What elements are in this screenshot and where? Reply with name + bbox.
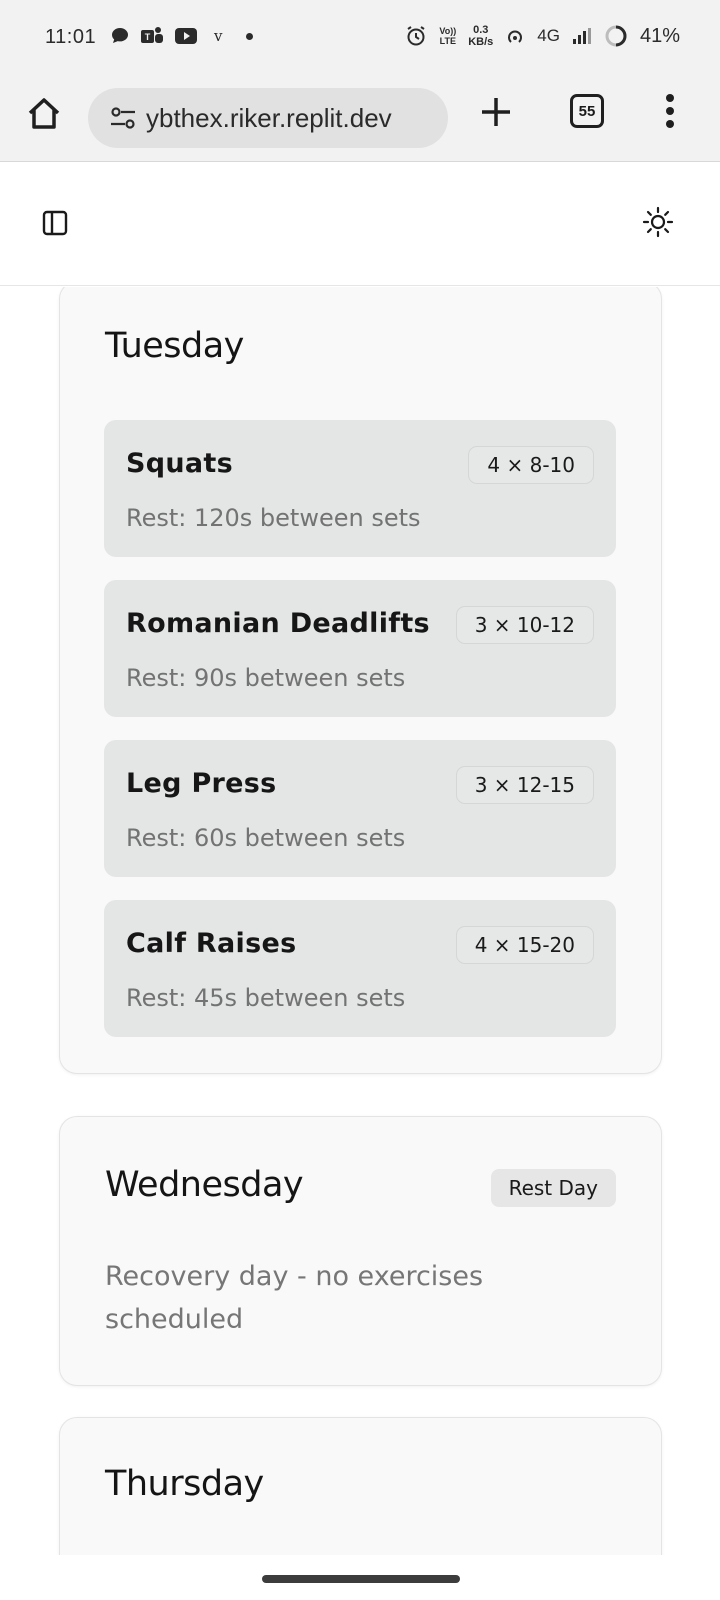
site-settings-icon[interactable] (110, 106, 136, 130)
rest-description: Recovery day - no exercises scheduled (105, 1261, 484, 1335)
browser-toolbar: ybthex.riker.replit.dev 55 (0, 76, 720, 162)
day-title: Wednesday (105, 1165, 304, 1205)
sun-icon[interactable] (642, 206, 674, 238)
day-card-wednesday: Wednesday Rest Day Recovery day - no exe… (59, 1116, 662, 1386)
navigation-area (0, 1555, 720, 1600)
v-icon: v (214, 27, 223, 45)
volte-indicator: Vo)) LTE (439, 26, 457, 46)
system-icons: Vo)) LTE 0.3 KB/s 4G 41% (405, 24, 680, 48)
battery-icon (605, 25, 627, 47)
new-tab-icon[interactable] (476, 92, 516, 132)
sets-badge: 4 × 15-20 (455, 926, 594, 964)
more-menu-icon[interactable] (664, 92, 676, 132)
sets-badge: 3 × 12-15 (455, 766, 594, 804)
tab-switcher-button[interactable]: 55 (570, 94, 604, 128)
sets-badge: 3 × 10-12 (455, 606, 594, 644)
rest-text: Rest: 60s between sets (126, 824, 406, 852)
exercise-name: Calf Raises (126, 928, 297, 959)
network-type: 4G (537, 26, 560, 45)
status-bar: 11:01 T v Vo)) LTE 0.3 KB/s 4G 41% (0, 0, 720, 76)
sets-badge: 4 × 8-10 (468, 446, 594, 484)
status-time: 11:01 (45, 26, 97, 48)
exercise-name: Romanian Deadlifts (126, 608, 430, 639)
app-header (0, 162, 720, 286)
home-icon[interactable] (24, 94, 64, 134)
hotspot-icon (508, 30, 523, 43)
exercise-item[interactable]: Calf Raises 4 × 15-20 Rest: 45s between … (104, 900, 616, 1037)
battery-percent: 41% (639, 24, 680, 47)
rest-text: Rest: 90s between sets (126, 664, 406, 692)
day-title: Tuesday (105, 326, 244, 366)
sidebar-toggle-icon[interactable] (42, 210, 68, 236)
day-title: Thursday (105, 1464, 264, 1504)
exercise-item[interactable]: Leg Press 3 × 12-15 Rest: 60s between se… (104, 740, 616, 877)
exercise-name: Squats (126, 448, 233, 479)
notification-icons: T v (110, 26, 254, 46)
svg-text:T: T (145, 32, 151, 42)
chat-icon (112, 28, 128, 43)
signal-icon (572, 28, 591, 44)
exercise-item[interactable]: Romanian Deadlifts 3 × 10-12 Rest: 90s b… (104, 580, 616, 717)
youtube-icon (175, 28, 197, 44)
dot-icon (246, 32, 254, 40)
exercise-name: Leg Press (126, 768, 277, 799)
day-card-tuesday: Tuesday Squats 4 × 8-10 Rest: 120s betwe… (59, 287, 662, 1074)
exercise-item[interactable]: Squats 4 × 8-10 Rest: 120s between sets (104, 420, 616, 557)
address-bar[interactable]: ybthex.riker.replit.dev (88, 88, 448, 148)
url-text[interactable]: ybthex.riker.replit.dev (146, 103, 392, 134)
network-speed: 0.3 KB/s (468, 24, 494, 48)
alarm-icon (407, 26, 425, 46)
schedule-content: Tuesday Squats 4 × 8-10 Rest: 120s betwe… (0, 287, 720, 1555)
gesture-handle[interactable] (262, 1575, 460, 1583)
day-card-thursday: Thursday (59, 1417, 662, 1555)
rest-text: Rest: 45s between sets (126, 984, 406, 1012)
rest-text: Rest: 120s between sets (126, 504, 421, 532)
rest-day-badge: Rest Day (490, 1169, 616, 1207)
teams-icon: T (141, 27, 163, 43)
